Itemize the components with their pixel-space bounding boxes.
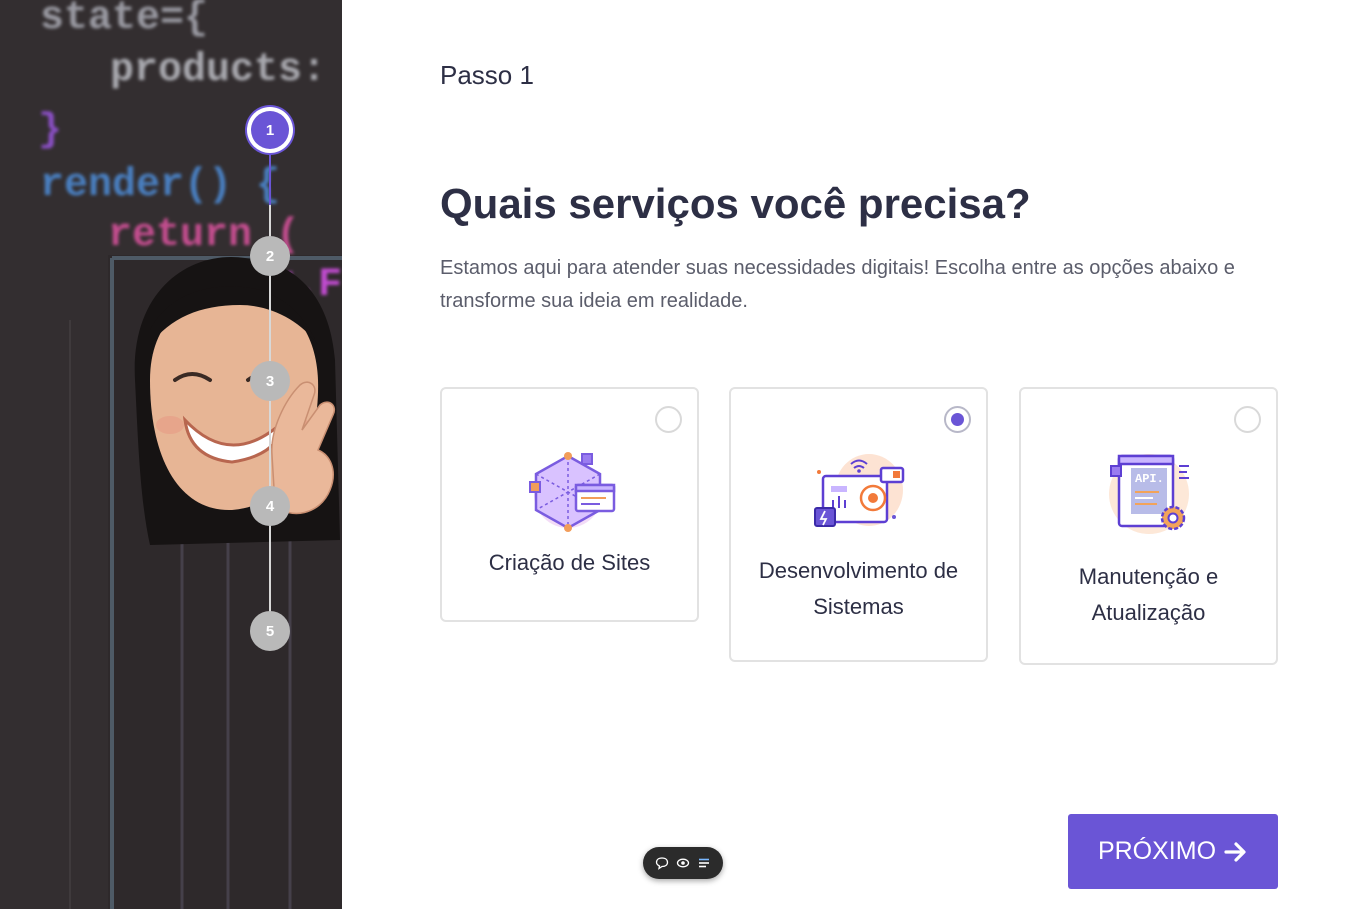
systems-development-icon bbox=[813, 454, 904, 527]
menu-icon[interactable] bbox=[696, 855, 712, 871]
step-2[interactable]: 2 bbox=[250, 236, 290, 276]
step-1[interactable]: 1 bbox=[251, 111, 289, 149]
eye-icon[interactable] bbox=[675, 855, 691, 871]
sidebar-photo-panel: state={ products: sto } render() { retur… bbox=[0, 0, 342, 909]
api-maintenance-icon: API. bbox=[1108, 454, 1189, 534]
step-3[interactable]: 3 bbox=[250, 361, 290, 401]
option-radio[interactable] bbox=[655, 406, 682, 433]
page-subtitle: Estamos aqui para atender suas necessida… bbox=[440, 257, 1235, 312]
svg-text:API.: API. bbox=[1135, 472, 1164, 486]
option-radio-selected[interactable] bbox=[944, 406, 971, 433]
next-button-label: PRÓXIMO bbox=[1097, 837, 1217, 865]
option-label: Manutenção e Atualização bbox=[1078, 564, 1219, 625]
option-label: Desenvolvimento de Sistemas bbox=[758, 558, 959, 619]
step-4[interactable]: 4 bbox=[250, 486, 290, 526]
step-label: Passo 1 bbox=[440, 60, 534, 90]
option-label: Criação de Sites bbox=[488, 550, 651, 575]
page-title: Quais serviços você precisa? bbox=[440, 180, 1031, 227]
step-5[interactable]: 5 bbox=[250, 611, 290, 651]
progress-stepper: 1 2 3 4 5 bbox=[0, 0, 342, 909]
arrow-right-icon bbox=[1224, 841, 1246, 862]
comment-icon[interactable] bbox=[654, 855, 670, 871]
option-card-maintenance[interactable]: API. Manutenção e Atualização bbox=[1019, 387, 1278, 665]
option-card-website-creation[interactable]: Criação de Sites bbox=[440, 387, 699, 622]
next-button[interactable]: PRÓXIMO bbox=[1068, 814, 1278, 889]
floating-toolbar bbox=[643, 847, 723, 879]
option-radio[interactable] bbox=[1234, 406, 1261, 433]
website-creation-icon bbox=[528, 452, 615, 532]
option-card-systems-development[interactable]: Desenvolvimento de Sistemas bbox=[729, 387, 988, 662]
